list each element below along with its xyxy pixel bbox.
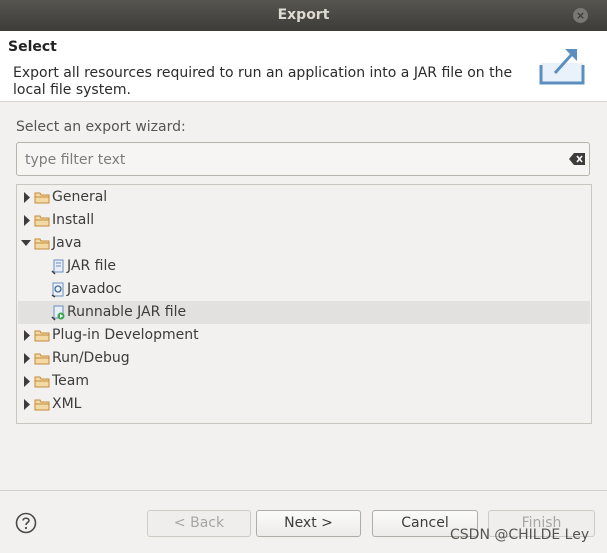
expand-arrow-icon[interactable] xyxy=(23,324,31,347)
filter-box xyxy=(16,142,590,176)
tree-item-xml[interactable]: XML xyxy=(18,393,590,416)
filter-input[interactable] xyxy=(23,149,557,171)
tree-item-label: Team xyxy=(52,373,90,389)
help-icon[interactable] xyxy=(15,512,37,534)
back-button[interactable]: < Back xyxy=(147,510,251,537)
folder-icon xyxy=(34,353,50,365)
tree-item-label: Install xyxy=(52,212,95,228)
clear-filter-icon[interactable] xyxy=(569,153,585,165)
folder-icon xyxy=(34,376,50,388)
folder-icon xyxy=(34,215,50,227)
tree-item-label: Runnable JAR file xyxy=(67,304,187,320)
tree-item-install[interactable]: Install xyxy=(18,209,590,232)
expand-arrow-icon[interactable] xyxy=(23,347,31,370)
tree-item-team[interactable]: Team xyxy=(18,370,590,393)
window-titlebar: Export × xyxy=(0,0,607,31)
expand-arrow-icon[interactable] xyxy=(23,209,31,232)
jar-file-icon xyxy=(51,259,64,275)
tree-item-label: Plug-in Development xyxy=(52,327,199,343)
next-button[interactable]: Next > xyxy=(256,510,361,537)
folder-icon xyxy=(34,399,50,411)
runnable-jar-icon xyxy=(51,305,65,321)
close-icon[interactable]: × xyxy=(573,8,588,23)
wizard-list-label: Select an export wizard: xyxy=(16,119,186,135)
tree-item-run-debug[interactable]: Run/Debug xyxy=(18,347,590,370)
window-title: Export xyxy=(277,7,330,23)
tree-item-general[interactable]: General xyxy=(18,186,590,209)
tree-item-label: JAR file xyxy=(67,258,116,274)
expand-arrow-icon[interactable] xyxy=(23,186,31,209)
tree-item-label: Run/Debug xyxy=(52,350,130,366)
tree-item-javadoc[interactable]: Javadoc xyxy=(18,278,590,301)
folder-open-icon xyxy=(34,238,50,250)
wizard-header: Select Export all resources required to … xyxy=(0,31,607,102)
tree-item-label: XML xyxy=(52,396,82,412)
tree-item-runnable-jar-file[interactable]: Runnable JAR file xyxy=(18,301,590,324)
page-description: Export all resources required to run an … xyxy=(13,65,513,98)
button-bar: < Back Next > Cancel Finish xyxy=(0,490,607,553)
expand-arrow-icon[interactable] xyxy=(23,393,31,416)
folder-icon xyxy=(34,192,50,204)
tree-item-java[interactable]: Java xyxy=(18,232,590,255)
tree-item-label: General xyxy=(52,189,108,205)
expand-arrow-icon[interactable] xyxy=(23,370,31,393)
folder-icon xyxy=(34,330,50,342)
page-title: Select xyxy=(8,39,57,55)
tree-item-plug-in-development[interactable]: Plug-in Development xyxy=(18,324,590,347)
export-wizard-icon xyxy=(539,49,585,85)
watermark: CSDN @CHILDE Ley xyxy=(450,527,590,543)
javadoc-icon xyxy=(51,282,64,298)
tree-item-jar-file[interactable]: JAR file xyxy=(18,255,590,278)
wizard-tree[interactable]: General Install Java JAR file Javadoc Ru… xyxy=(16,184,592,424)
tree-item-label: Java xyxy=(52,235,82,251)
collapse-arrow-icon[interactable] xyxy=(21,232,31,255)
tree-item-label: Javadoc xyxy=(67,281,122,297)
